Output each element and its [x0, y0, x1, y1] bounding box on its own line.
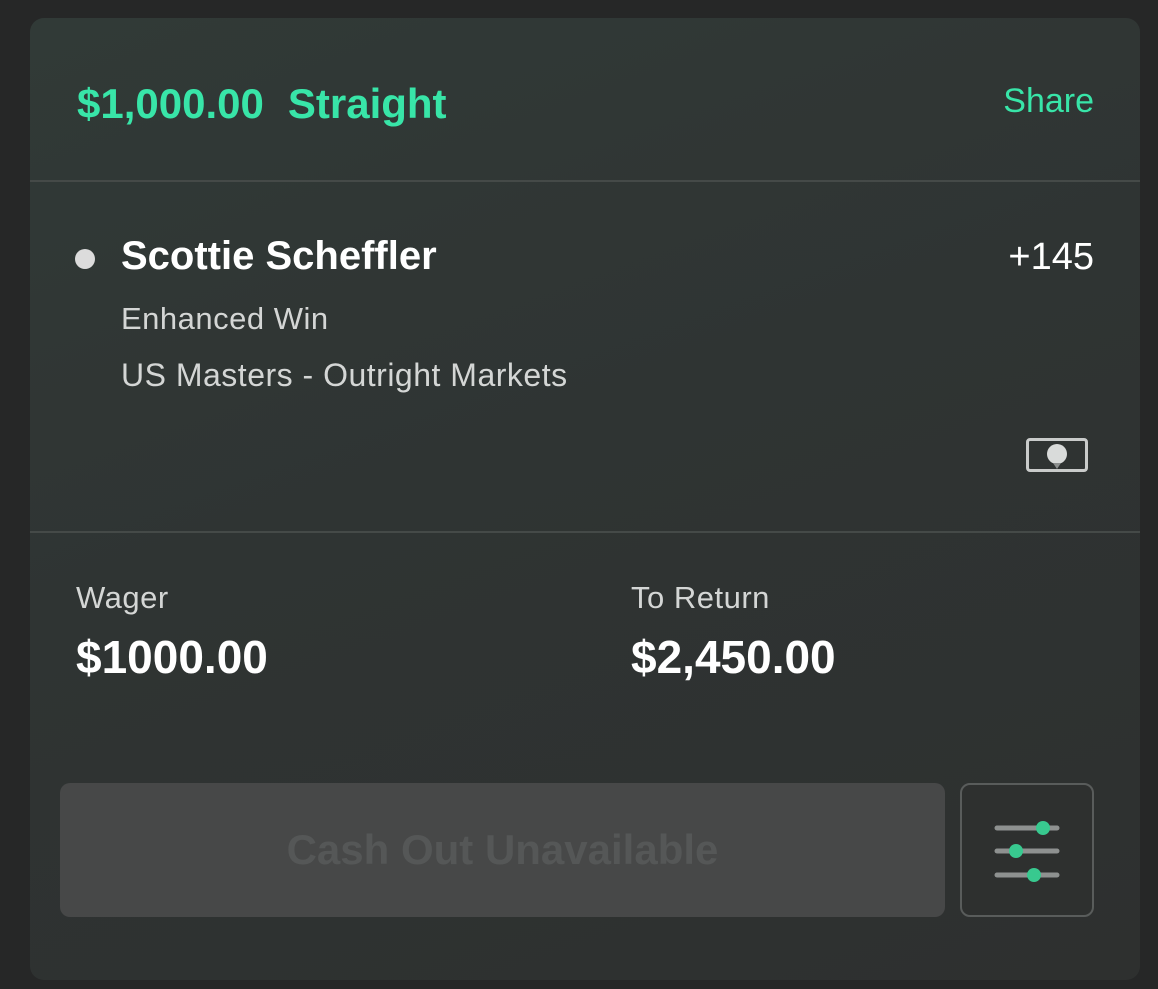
selection-name: Scottie Scheffler — [121, 234, 437, 278]
share-button[interactable]: Share — [1003, 82, 1094, 121]
return-value: $2,450.00 — [631, 631, 836, 683]
selection-market: Enhanced Win — [121, 301, 329, 336]
bet-amount: $1,000.00 — [77, 80, 264, 127]
wager-label: Wager — [76, 580, 169, 615]
cash-out-button[interactable]: Cash Out Unavailable — [60, 783, 945, 917]
header-divider — [30, 180, 1140, 182]
selection-odds: +145 — [1008, 236, 1094, 278]
bet-type: Straight — [287, 80, 447, 127]
selection-status-dot — [75, 249, 95, 269]
golf-ball-tee-icon — [1026, 438, 1088, 472]
bet-title: $1,000.00 Straight — [77, 80, 447, 128]
bet-card: $1,000.00 Straight Share Scottie Scheffle… — [30, 18, 1140, 980]
bet-header: $1,000.00 Straight Share — [30, 18, 1140, 180]
selection-divider — [30, 531, 1140, 533]
selection-event: US Masters - Outright Markets — [121, 357, 568, 393]
bet-settings-button[interactable] — [960, 783, 1094, 917]
return-label: To Return — [631, 580, 770, 615]
wager-value: $1000.00 — [76, 631, 268, 683]
sliders-icon — [994, 821, 1060, 882]
